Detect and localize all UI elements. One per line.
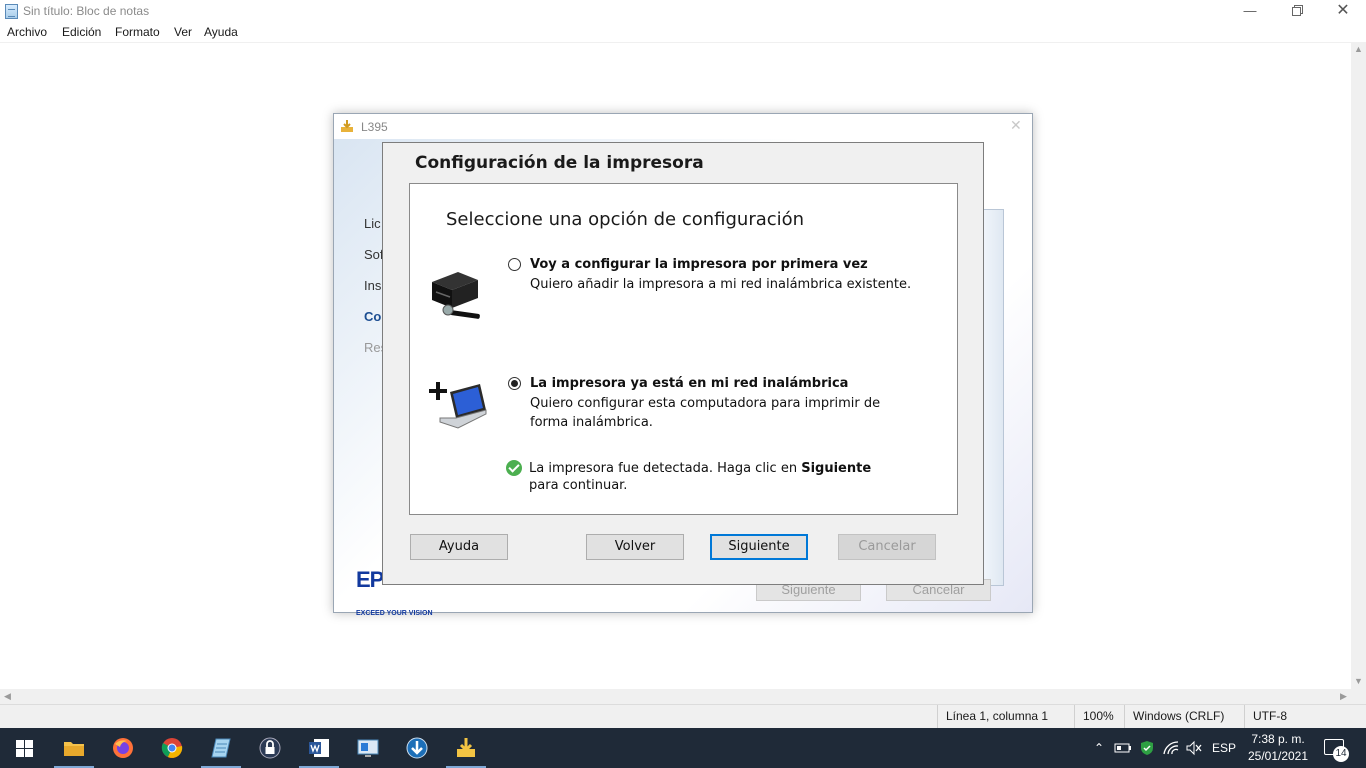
installer-title: L395 [361,120,388,134]
radio-first-time-setup[interactable] [508,258,521,271]
taskbar-firefox[interactable] [99,728,147,768]
battery-icon[interactable] [1114,741,1132,755]
detected-text-before: La impresora fue detectada. Haga clic en [529,461,802,476]
next-button[interactable]: Siguiente [710,534,808,560]
installer-download-icon [341,120,353,132]
scroll-right-icon[interactable]: ▶ [1336,689,1351,704]
download-icon [406,737,428,759]
vertical-scrollbar[interactable]: ▲ ▼ [1351,42,1366,689]
step-connection: Co [364,309,382,324]
status-line-ending: Windows (CRLF) [1124,705,1244,728]
remote-desktop-icon [357,739,379,757]
minimize-button[interactable]: — [1227,0,1273,23]
installer-close-icon[interactable]: ✕ [1010,117,1022,134]
menu-ayuda[interactable]: Ayuda [204,25,238,39]
option-first-time-title: Voy a configurar la impresora por primer… [530,257,868,272]
notepad-app-icon [5,4,18,19]
option-on-network-desc-line1: Quiero configurar esta computadora para … [530,396,881,411]
detected-text-bold: Siguiente [801,461,872,476]
language-indicator[interactable]: ESP [1208,728,1240,768]
detected-text-after: para continuar. [529,478,628,493]
clock[interactable]: 7:38 p. m. 25/01/2021 [1240,731,1316,765]
printer-detected-message: La impresora fue detectada. Haga clic en… [529,460,871,494]
menu-bar: Archivo Edición Formato Ver Ayuda [0,23,1366,42]
help-button[interactable]: Ayuda [410,534,508,560]
show-hidden-icons-button[interactable]: ⌃ [1090,728,1108,768]
taskbar-lock-app[interactable] [246,728,294,768]
wifi-icon[interactable] [1162,740,1180,756]
clock-time: 7:38 p. m. [1251,732,1305,746]
radio-already-on-network[interactable] [508,377,521,390]
taskbar-download-manager[interactable] [393,728,441,768]
panel-title: Seleccione una opción de configuración [446,209,805,230]
scrollbar-corner [1351,689,1366,704]
status-zoom: 100% [1074,705,1124,728]
close-button[interactable]: ✕ [1320,0,1366,23]
printer-setup-icon [432,272,480,319]
horizontal-scrollbar[interactable]: ◀ ▶ [0,689,1351,704]
start-icon [16,740,33,757]
step-license: Lic [364,216,381,231]
taskbar: ⌃ ESP 7:38 p. m. 25/01/2021 14 [0,728,1366,768]
status-bar: Línea 1, columna 1 100% Windows (CRLF) U… [0,704,1366,728]
epson-logo: EP [356,567,384,592]
epson-tagline: EXCEED YOUR VISION [356,610,433,617]
security-shield-icon[interactable] [1139,740,1155,756]
notepad-icon [211,738,231,758]
taskbar-notepad[interactable] [197,728,245,768]
installer-title-bar: L395 ✕ [334,114,1032,139]
status-encoding: UTF-8 [1244,705,1366,728]
options-panel: Seleccione una opción de configuración V… [409,183,958,515]
dialog-heading: Configuración de la impresora [415,153,704,173]
firefox-icon [113,738,133,758]
notepad-title-bar: Sin título: Bloc de notas — ✕ [0,0,1366,23]
menu-archivo[interactable]: Archivo [7,25,47,39]
notification-count-badge: 14 [1333,746,1349,762]
printer-config-dialog: Configuración de la impresora Seleccione… [382,142,984,585]
option-on-network-title: La impresora ya está en mi red inalámbri… [530,376,849,391]
restore-button[interactable] [1273,0,1319,23]
option-first-time-desc: Quiero añadir la impresora a mi red inal… [530,277,912,292]
word-icon [309,739,329,757]
lock-app-icon [259,737,281,759]
scroll-down-icon[interactable]: ▼ [1351,674,1366,689]
add-computer-icon [429,382,487,429]
success-check-icon [506,460,522,476]
taskbar-epson-installer[interactable] [442,728,490,768]
scroll-up-icon[interactable]: ▲ [1351,42,1366,57]
restore-icon [1291,7,1301,16]
window-title: Sin título: Bloc de notas [23,4,150,18]
menu-edicion[interactable]: Edición [62,25,101,39]
step-software: Sof [364,247,384,262]
installer-content-frame [982,209,1004,586]
start-button[interactable] [0,728,48,768]
step-install: Ins [364,278,382,293]
taskbar-word[interactable] [295,728,343,768]
option-on-network-desc-line2: forma inalámbrica. [530,415,653,430]
status-cursor-position: Línea 1, columna 1 [937,705,1074,728]
cancel-button: Cancelar [838,534,936,560]
taskbar-file-explorer[interactable] [50,728,98,768]
taskbar-remote-desktop[interactable] [344,728,392,768]
scroll-left-icon[interactable]: ◀ [0,689,15,704]
epson-installer-icon [457,738,475,757]
clock-date: 25/01/2021 [1247,749,1309,763]
chrome-icon [161,738,183,758]
menu-ver[interactable]: Ver [174,25,192,39]
volume-muted-icon[interactable] [1185,740,1203,756]
menu-formato[interactable]: Formato [115,25,160,39]
taskbar-chrome[interactable] [148,728,196,768]
file-explorer-icon [64,742,84,756]
back-button[interactable]: Volver [586,534,684,560]
